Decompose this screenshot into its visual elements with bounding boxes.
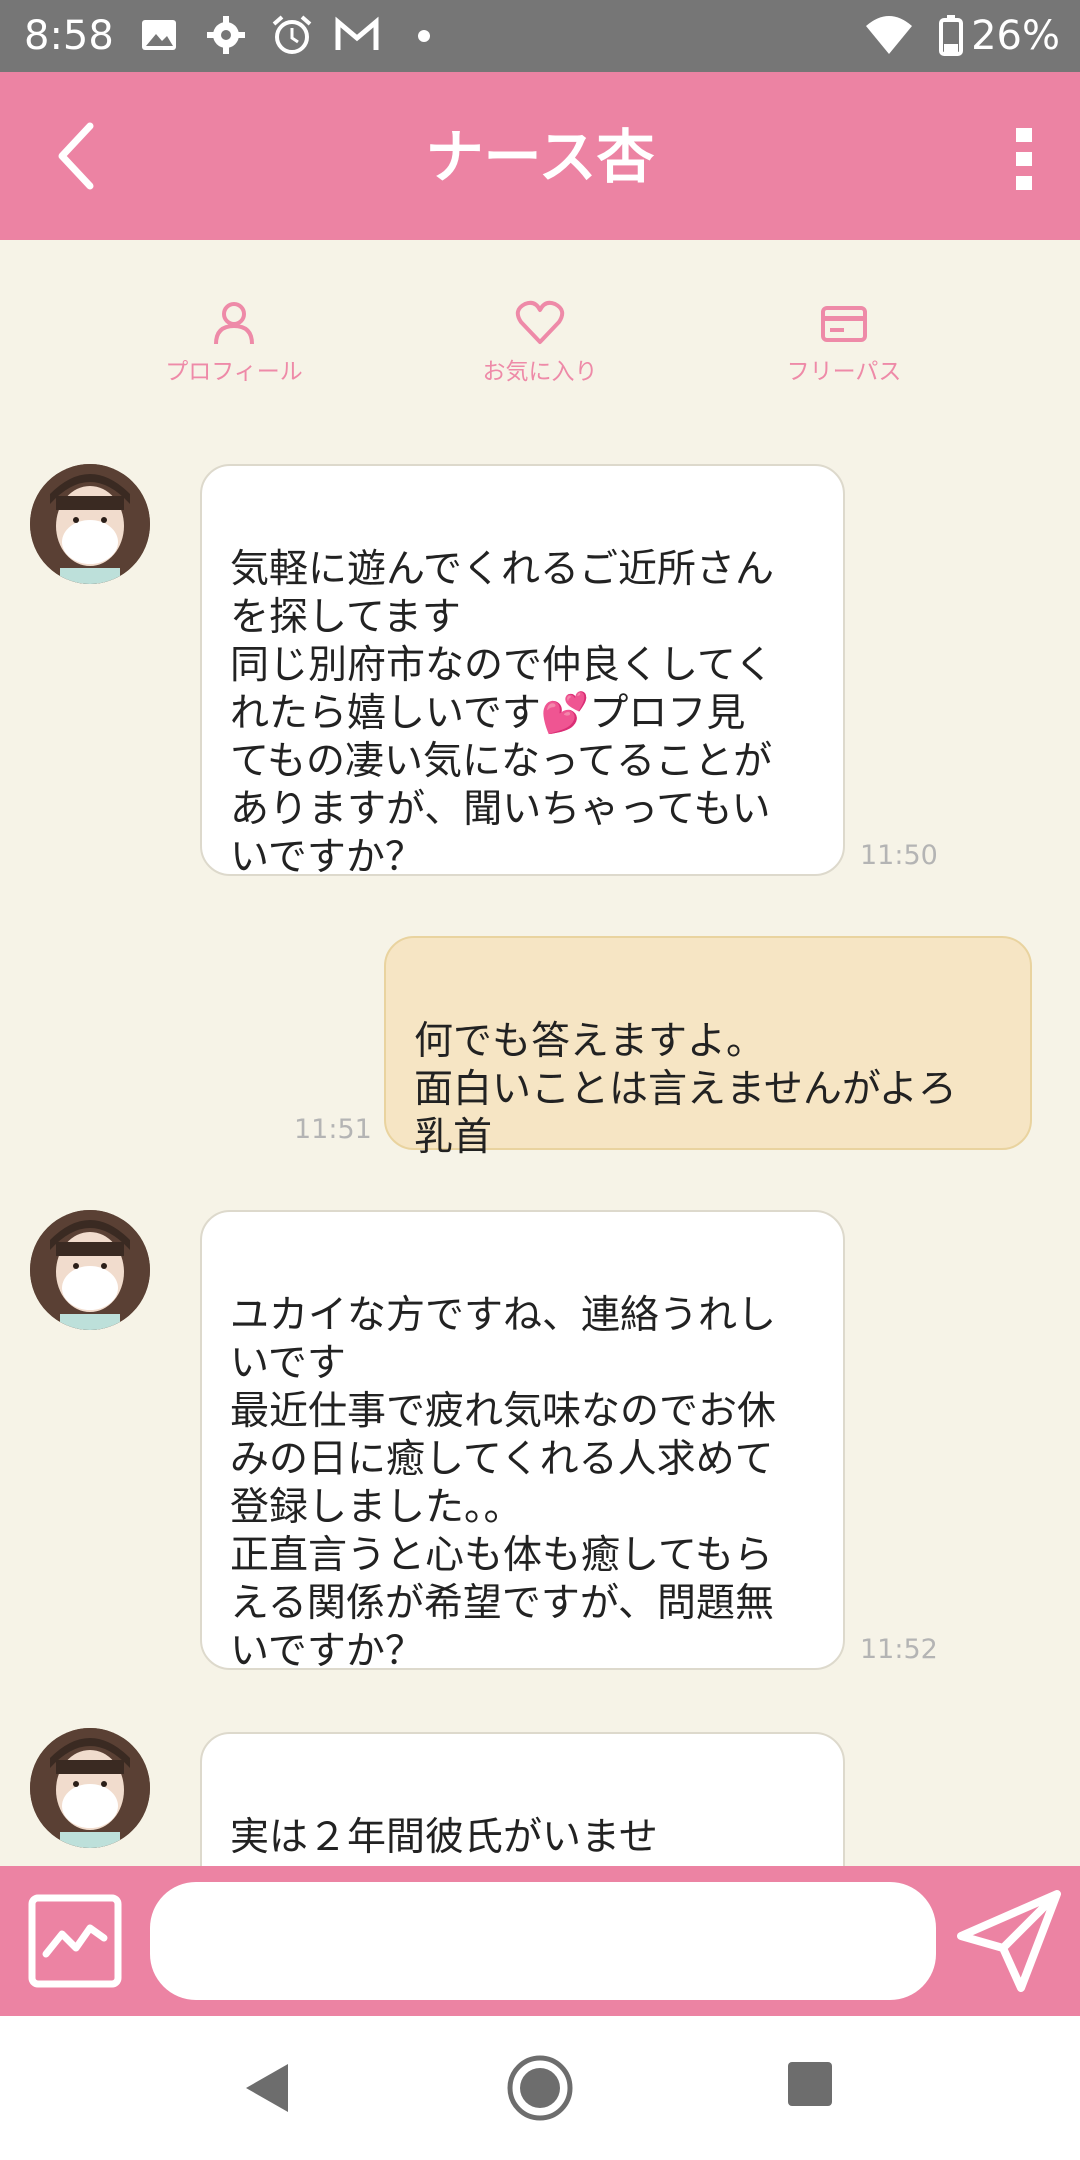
avatar[interactable] — [30, 464, 150, 584]
image-icon — [142, 20, 176, 50]
person-icon — [214, 302, 254, 345]
message-text: 気軽に遊んでくれるご近所さん を探してます 同じ別府市なので仲良くしてく れたら… — [230, 547, 775, 880]
settings-icon — [207, 16, 245, 54]
message-bubble-outgoing: 何でも答えますよ。 面白いことは言えませんがよろ 乳首 — [384, 936, 1032, 1160]
gmail-icon — [335, 16, 379, 50]
profile-button[interactable]: プロフィール — [124, 300, 344, 386]
composer-bar — [0, 1866, 1080, 2016]
message-bubble-incoming: ユカイな方ですね、連絡うれし いです 最近仕事で疲れ気味なのでお休 みの日に癒し… — [200, 1210, 845, 1674]
message-text: 何でも答えますよ。 面白いことは言えませんがよろ 乳首 — [414, 1019, 957, 1160]
battery-level: 26% — [971, 13, 1060, 59]
freepass-button[interactable]: フリーパス — [734, 300, 954, 386]
image-chart-icon[interactable] — [28, 1894, 122, 1988]
wifi-icon — [866, 16, 912, 54]
favorite-label: お気に入り — [482, 359, 598, 385]
message-time: 11:50 — [860, 840, 938, 871]
alarm-icon — [272, 15, 312, 54]
page-title: ナース杏 — [425, 123, 655, 191]
message-time: 11:51 — [294, 1114, 372, 1145]
favorite-button[interactable]: お気に入り — [430, 300, 650, 386]
send-icon[interactable] — [955, 1888, 1065, 1994]
nav-home-icon[interactable] — [506, 2054, 574, 2122]
nav-back-icon[interactable] — [240, 2060, 292, 2116]
battery-icon — [939, 15, 963, 56]
card-icon — [821, 306, 867, 342]
message-text: ユカイな方ですね、連絡うれし いです 最近仕事で疲れ気味なのでお休 みの日に癒し… — [230, 1293, 777, 1674]
freepass-label: フリーパス — [786, 359, 902, 385]
avatar[interactable] — [30, 1728, 150, 1848]
profile-label: プロフィール — [165, 359, 303, 385]
app-header: ナース杏 — [0, 72, 1080, 240]
nav-recents-icon[interactable] — [786, 2060, 834, 2108]
status-bar: 8:58 26% — [0, 0, 1080, 72]
system-nav-bar — [0, 2016, 1080, 2160]
message-bubble-incoming: 気軽に遊んでくれるご近所さん を探してます 同じ別府市なので仲良くしてく れたら… — [200, 464, 845, 880]
message-input[interactable] — [150, 1882, 936, 2000]
heart-icon — [515, 300, 565, 344]
message-time: 11:52 — [860, 1634, 938, 1665]
dot-icon — [418, 30, 430, 42]
more-vert-icon[interactable] — [1012, 124, 1036, 194]
status-time: 8:58 — [24, 13, 114, 59]
avatar[interactable] — [30, 1210, 150, 1330]
